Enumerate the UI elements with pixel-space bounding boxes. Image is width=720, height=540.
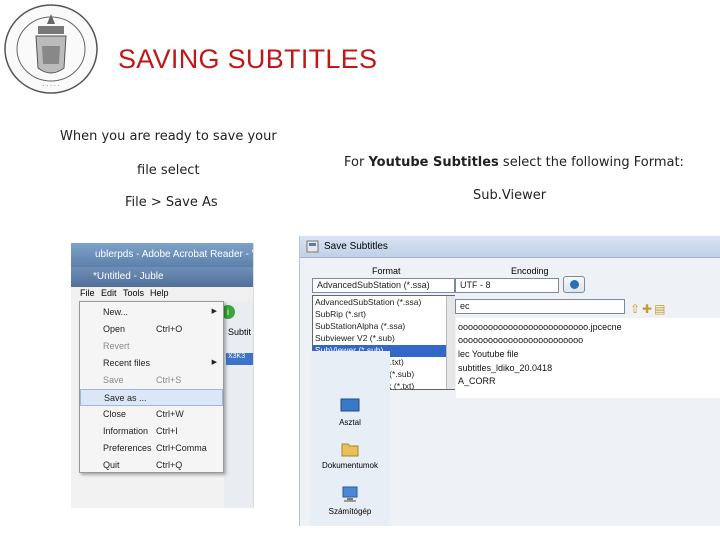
menu-item-shortcut: Ctrl+O [156, 324, 183, 334]
submenu-arrow-icon: ▶ [211, 308, 217, 315]
menu-item-label: Open [103, 324, 126, 334]
folder-toolbar-icons[interactable]: ⇧✚▤ [630, 302, 667, 316]
dialog-titlebar: Save Subtitles [300, 236, 720, 258]
format-option-substationalpha[interactable]: SubStationAlpha (*.ssa) [313, 321, 446, 333]
file-item[interactable]: lec Youtube file [458, 349, 519, 359]
menu-item-preferences[interactable]: Preferences Ctrl+Comma [80, 440, 223, 457]
places-sidebar: Asztal Dokumentumok Számítógép [310, 351, 390, 526]
encoding-select[interactable]: UTF - 8 [455, 278, 559, 293]
jubler-titlebar: *Untitled - Juble [71, 267, 253, 287]
place-computer[interactable]: Számítógép [310, 485, 390, 516]
jubler-menubar: File Edit Tools Help [71, 287, 253, 301]
place-label: Dokumentumok [321, 461, 379, 470]
menu-item-recent-files[interactable]: Recent files ▶ [80, 355, 223, 372]
menu-item-quit[interactable]: Quit Ctrl+Q [80, 457, 223, 474]
submenu-arrow-icon: ▶ [211, 359, 217, 366]
format-label: Format [372, 266, 401, 276]
menu-tools[interactable]: Tools [123, 288, 144, 298]
file-list: oooooooooooooooooooooooooo.jpcecne ooooo… [456, 318, 720, 398]
instruction-line-1: When you are ready to save your [60, 129, 277, 144]
menu-item-new[interactable]: New... ▶ [80, 304, 223, 321]
place-documents[interactable]: Dokumentumok [310, 439, 390, 470]
encoding-label: Encoding [511, 266, 549, 276]
globe-icon [570, 280, 579, 289]
format-select[interactable]: AdvancedSubStation (*.ssa) [312, 278, 455, 293]
desktop-icon [340, 398, 360, 412]
menu-item-shortcut: Ctrl+Comma [156, 443, 207, 453]
menu-item-open[interactable]: Open Ctrl+O [80, 321, 223, 338]
file-item[interactable]: oooooooooooooooooooooooooo.jpcecne [458, 322, 622, 332]
menu-item-label: Close [103, 409, 127, 419]
encoding-preview-button[interactable] [563, 276, 585, 293]
menu-item-label: Quit [103, 460, 120, 470]
format-option-advancedsubstation[interactable]: AdvancedSubStation (*.ssa) [313, 297, 446, 309]
acrobat-title: ublerpds - Adobe Acrobat Reader - Vi [95, 249, 254, 260]
svg-text:· · · · ·: · · · · · [42, 83, 59, 90]
university-seal-logo: · · · · · [4, 4, 98, 94]
menu-item-shortcut: Ctrl+S [156, 375, 182, 385]
format-name: Sub.Viewer [473, 188, 547, 203]
computer-icon [342, 486, 358, 502]
file-item[interactable]: A_CORR [458, 376, 496, 386]
menu-item-label: Recent files [103, 358, 151, 368]
selected-subtitle-cell[interactable]: X3K3 [226, 353, 253, 365]
format-instruction-suffix: select the following Format: [498, 155, 684, 170]
save-in-select[interactable]: ec [455, 299, 625, 314]
menu-item-shortcut: Ctrl+W [156, 409, 184, 419]
format-option-subviewer-v2[interactable]: Subviewer V2 (*.sub) [313, 333, 446, 345]
place-desktop[interactable]: Asztal [310, 396, 390, 427]
menu-edit[interactable]: Edit [101, 288, 117, 298]
menu-item-shortcut: Ctrl+Q [156, 460, 183, 470]
place-label: Számítógép [328, 507, 372, 516]
menu-item-shortcut: Ctrl+I [156, 426, 178, 436]
dialog-title: Save Subtitles [324, 241, 388, 252]
instruction-line-3: File > Save As [125, 195, 218, 210]
file-item[interactable]: subtitles_ldiko_20.0418 [458, 363, 552, 373]
menu-item-revert: Revert [80, 338, 223, 355]
format-instruction: For Youtube Subtitles select the followi… [344, 155, 684, 170]
folder-icon [341, 443, 359, 457]
jubler-screenshot: ublerpds - Adobe Acrobat Reader - Vi *Un… [71, 243, 254, 508]
save-subtitles-dialog: Save Subtitles Format Encoding AdvancedS… [299, 236, 720, 526]
menu-help[interactable]: Help [150, 288, 169, 298]
menu-item-label: Information [103, 426, 149, 436]
menu-file[interactable]: File [80, 288, 95, 298]
file-item[interactable]: ooooooooooooooooooooooooo [458, 335, 583, 345]
menu-item-label: Revert [103, 341, 130, 351]
menu-item-label: Save as ... [104, 393, 147, 403]
format-option-subrip[interactable]: SubRip (*.srt) [313, 309, 446, 321]
list-scrollbar[interactable] [446, 296, 455, 389]
menu-item-label: Save [103, 375, 124, 385]
place-label: Asztal [339, 418, 361, 427]
format-instruction-bold: Youtube Subtitles [368, 155, 499, 170]
menu-item-close[interactable]: Close Ctrl+W [80, 406, 223, 423]
instruction-line-2: file select [137, 163, 200, 178]
acrobat-titlebar: ublerpds - Adobe Acrobat Reader - Vi [71, 243, 254, 267]
menu-item-label: Preferences [103, 443, 152, 453]
menu-item-information[interactable]: Information Ctrl+I [80, 423, 223, 440]
menu-item-save-as[interactable]: Save as ... [80, 389, 223, 406]
menu-item-label: New... [103, 307, 129, 317]
java-app-icon [306, 240, 319, 253]
jubler-title: *Untitled - Juble [93, 271, 164, 282]
file-menu-dropdown: New... ▶ Open Ctrl+O Revert Recent files ▶ … [79, 301, 224, 473]
slide-title: SAVING SUBTITLES [118, 44, 378, 74]
menu-item-save: Save Ctrl+S [80, 372, 223, 389]
format-instruction-prefix: For [344, 155, 369, 170]
subtitle-tab[interactable]: Subtit [228, 327, 251, 337]
